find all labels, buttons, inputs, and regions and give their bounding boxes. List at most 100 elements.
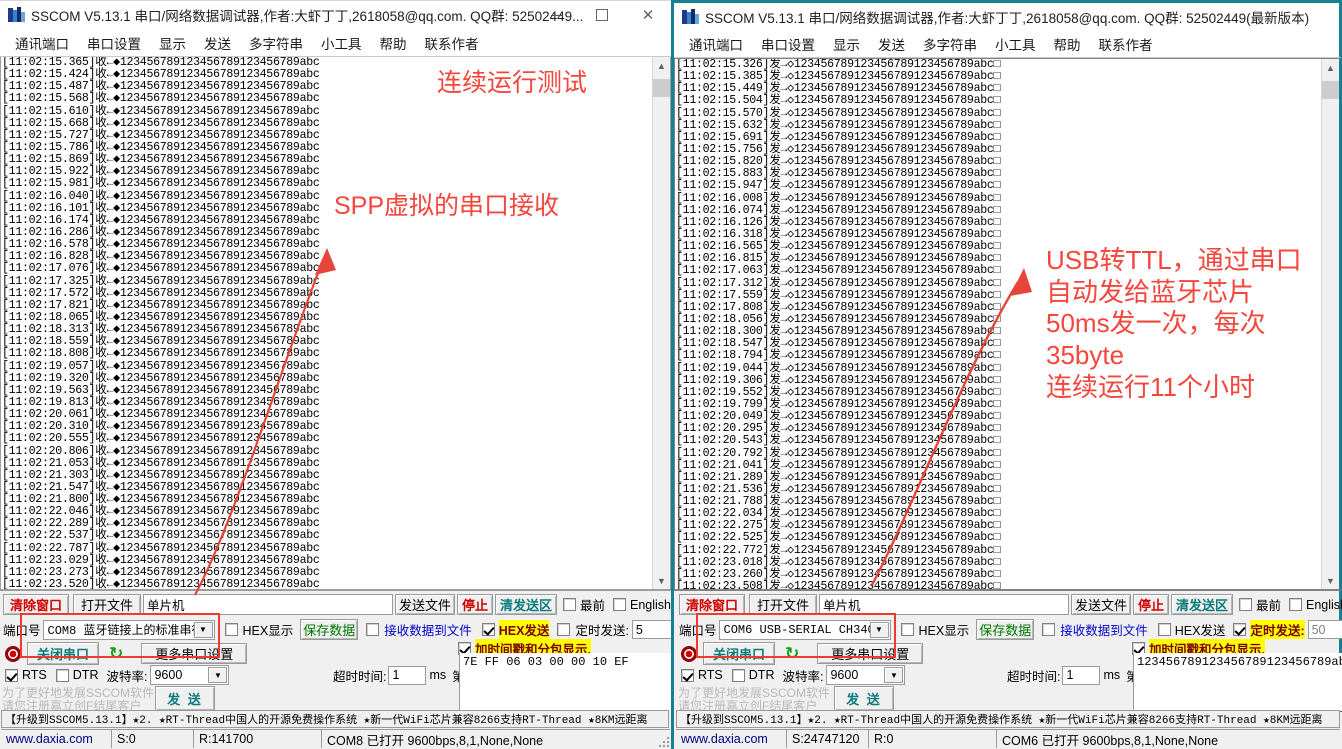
close-icon[interactable]: ✕ xyxy=(625,1,671,29)
menu-item-2[interactable]: 显示 xyxy=(824,32,869,56)
recv-to-file-checkbox[interactable] xyxy=(1042,623,1056,636)
right-ad-bar[interactable]: 【升级到SSCOM5.13.1】★2. ★RT-Thread中国人的开源免费操作… xyxy=(676,710,1340,728)
menu-item-1[interactable]: 串口设置 xyxy=(78,31,150,55)
open-file-button[interactable]: 打开文件 xyxy=(749,594,817,615)
clear-send-area-button[interactable]: 清发送区 xyxy=(495,594,557,615)
menu-item-3[interactable]: 发送 xyxy=(869,32,914,56)
chevron-down-icon[interactable]: ▼ xyxy=(884,667,904,683)
baud-value: 9600 xyxy=(154,668,183,682)
right-scrollbar[interactable]: ▲ ▼ xyxy=(1321,59,1339,589)
timed-send-checkbox[interactable] xyxy=(557,623,571,636)
hex-show-label: HEX显示 xyxy=(918,624,970,638)
timed-send-label: 定时发送: xyxy=(1250,620,1305,639)
annotation-continuous-test: 连续运行测试 xyxy=(437,69,588,97)
topmost-checkbox[interactable] xyxy=(1239,598,1252,611)
clear-window-button[interactable]: 清除窗口 xyxy=(679,594,745,615)
send-button[interactable]: 发 送 xyxy=(155,686,215,711)
recv-to-file-checkbox[interactable] xyxy=(366,623,380,636)
refresh-icon[interactable]: ↻ xyxy=(785,645,799,662)
baud-select[interactable]: 9600 ▼ xyxy=(150,665,230,685)
dtr-checkbox[interactable] xyxy=(731,668,745,682)
hex-send-checkbox[interactable] xyxy=(1157,623,1171,636)
scroll-down-icon[interactable]: ▼ xyxy=(653,572,670,589)
hex-show-checkbox[interactable] xyxy=(224,623,238,636)
maximize-icon[interactable] xyxy=(579,1,625,29)
minimize-icon[interactable] xyxy=(533,1,579,29)
status-website[interactable]: www.daxia.com xyxy=(1,729,111,748)
refresh-icon[interactable]: ↻ xyxy=(109,645,123,662)
menu-item-3[interactable]: 发送 xyxy=(195,31,240,55)
send-textarea[interactable]: 123456789123456789123456789abc xyxy=(1133,653,1342,711)
open-file-button[interactable]: 打开文件 xyxy=(73,594,141,615)
rts-label: RTS xyxy=(22,668,47,682)
english-checkbox[interactable] xyxy=(613,598,627,611)
timed-send-checkbox[interactable] xyxy=(1233,623,1247,636)
save-data-button[interactable]: 保存数据 xyxy=(300,619,359,640)
clear-send-area-button[interactable]: 清发送区 xyxy=(1171,594,1233,615)
send-file-button[interactable]: 发送文件 xyxy=(395,594,455,615)
menu-item-2[interactable]: 显示 xyxy=(150,31,195,55)
right-titlebar[interactable]: SSCOM V5.13.1 串口/网络数据调试器,作者:大虾丁丁,2618058… xyxy=(674,0,1342,30)
menu-item-5[interactable]: 小工具 xyxy=(312,31,371,55)
chevron-down-icon[interactable]: ▼ xyxy=(193,621,213,638)
rts-checkbox[interactable] xyxy=(5,668,18,682)
scroll-thumb[interactable] xyxy=(653,79,670,97)
save-data-button[interactable]: 保存数据 xyxy=(976,619,1035,640)
send-file-button[interactable]: 发送文件 xyxy=(1071,594,1131,615)
hex-send-checkbox[interactable] xyxy=(481,623,495,636)
rts-checkbox[interactable] xyxy=(681,668,694,682)
menu-item-6[interactable]: 帮助 xyxy=(1045,32,1090,56)
menu-item-0[interactable]: 通讯端口 xyxy=(680,32,752,56)
menu-item-1[interactable]: 串口设置 xyxy=(752,32,824,56)
log-line: [11:02:15.947]发→◇12345678912345678912345… xyxy=(676,179,1001,193)
timeout-input[interactable]: 1 xyxy=(388,665,427,685)
right-window-title: SSCOM V5.13.1 串口/网络数据调试器,作者:大虾丁丁,2618058… xyxy=(705,10,1310,26)
recv-to-file-label: 接收数据到文件 xyxy=(1060,624,1148,638)
english-checkbox[interactable] xyxy=(1289,598,1303,611)
scroll-up-icon[interactable]: ▲ xyxy=(1322,59,1339,76)
left-titlebar[interactable]: SSCOM V5.13.1 串口/网络数据调试器,作者:大虾丁丁,2618058… xyxy=(0,0,671,29)
scroll-up-icon[interactable]: ▲ xyxy=(653,57,670,74)
menu-item-6[interactable]: 帮助 xyxy=(371,31,416,55)
stop-button[interactable]: 停止 xyxy=(457,594,493,615)
menu-item-4[interactable]: 多字符串 xyxy=(914,32,986,56)
clear-window-button[interactable]: 清除窗口 xyxy=(3,594,69,615)
timeout-input[interactable]: 1 xyxy=(1062,665,1101,685)
right-status-bar: www.daxia.com S:24747120 R:0 COM6 已打开 96… xyxy=(676,729,1340,748)
scroll-thumb[interactable] xyxy=(1322,81,1339,99)
baud-label: 波特率: xyxy=(782,669,824,684)
resize-grip-icon[interactable] xyxy=(655,733,669,747)
status-website[interactable]: www.daxia.com xyxy=(676,729,786,748)
send-textarea[interactable]: 7E FF 06 03 00 00 10 EF xyxy=(459,653,671,711)
left-scrollbar[interactable]: ▲ ▼ xyxy=(652,57,670,589)
close-port-button[interactable]: 关闭串口 xyxy=(27,642,99,665)
hex-show-checkbox[interactable] xyxy=(900,623,914,636)
chevron-down-icon[interactable]: ▼ xyxy=(869,621,889,638)
right-control-panel: 清除窗口 打开文件 单片机 发送文件 停止 清发送区 最前 English 端口… xyxy=(674,590,1342,713)
status-port-state: COM8 已打开 9600bps,8,1,None,None xyxy=(321,729,670,748)
topmost-checkbox[interactable] xyxy=(563,598,576,611)
more-port-settings-button[interactable]: 更多串口设置 xyxy=(817,643,924,664)
timed-send-input[interactable]: 50 xyxy=(1307,620,1342,639)
baud-select[interactable]: 9600 ▼ xyxy=(826,665,906,685)
menu-item-5[interactable]: 小工具 xyxy=(986,32,1045,56)
port-select[interactable]: COM8 蓝牙链接上的标准串行 ▼ xyxy=(42,619,215,640)
scroll-down-icon[interactable]: ▼ xyxy=(1322,572,1339,589)
left-ad-bar[interactable]: 【升级到SSCOM5.13.1】★2. ★RT-Thread中国人的开源免费操作… xyxy=(1,710,669,728)
timed-send-input[interactable]: 5 xyxy=(631,620,672,639)
menu-item-0[interactable]: 通讯端口 xyxy=(6,31,78,55)
status-sent-bytes: S:0 xyxy=(111,729,193,748)
chevron-down-icon[interactable]: ▼ xyxy=(208,667,228,683)
menu-item-4[interactable]: 多字符串 xyxy=(240,31,312,55)
stop-button[interactable]: 停止 xyxy=(1133,594,1169,615)
menu-item-7[interactable]: 联系作者 xyxy=(416,31,488,55)
port-select[interactable]: COM6 USB-SERIAL CH340 ▼ xyxy=(718,619,891,640)
dtr-checkbox[interactable] xyxy=(55,668,69,682)
file-path-input[interactable]: 单片机 xyxy=(819,594,1069,615)
more-port-settings-button[interactable]: 更多串口设置 xyxy=(141,643,248,664)
send-button[interactable]: 发 送 xyxy=(834,686,894,711)
port-status-led-icon xyxy=(5,645,21,662)
menu-item-7[interactable]: 联系作者 xyxy=(1090,32,1162,56)
close-port-button[interactable]: 关闭串口 xyxy=(703,642,775,665)
baud-value: 9600 xyxy=(830,668,859,682)
